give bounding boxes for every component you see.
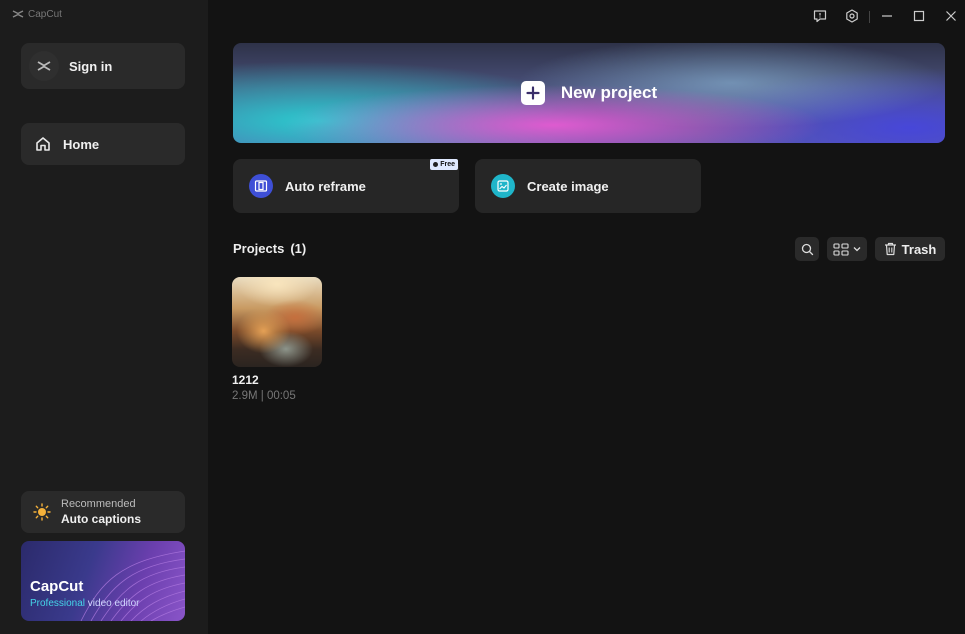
sidebar-item-home[interactable]: Home [21, 123, 185, 165]
window-controls-divider [869, 11, 870, 23]
free-badge: Free [430, 159, 458, 170]
capcut-logo-icon [12, 10, 24, 18]
capcut-pro-promo[interactable]: CapCut Professional video editor [21, 541, 185, 621]
trash-label: Trash [901, 241, 937, 257]
project-thumbnail[interactable] [232, 277, 322, 367]
home-icon [36, 137, 50, 151]
promo-title: CapCut [30, 578, 84, 595]
bulb-icon [31, 501, 53, 523]
app-logo-text: CapCut [28, 8, 62, 20]
plus-icon [520, 81, 545, 105]
chevron-down-icon [853, 247, 861, 252]
new-project-button[interactable]: New project [233, 43, 945, 143]
free-badge-label: Free [440, 161, 455, 168]
sign-in-button[interactable]: Sign in [21, 43, 185, 89]
capcut-avatar-icon [37, 61, 51, 71]
trash-icon [884, 242, 896, 256]
projects-count: (1) [290, 241, 307, 256]
recommended-subtitle: Auto captions [61, 512, 141, 526]
grid-view-icon [833, 242, 849, 256]
create-image-label: Create image [527, 178, 609, 194]
maximize-icon[interactable] [911, 8, 927, 24]
close-icon[interactable] [943, 8, 959, 24]
promo-subtitle-rest: video editor [85, 598, 140, 609]
image-icon [491, 174, 515, 198]
recommended-title: Recommended [61, 498, 136, 510]
auto-reframe-button[interactable]: Auto reframe Free [233, 159, 459, 213]
sidebar: CapCut Sign in Home Recommended Auto cap… [0, 0, 208, 634]
settings-icon[interactable] [844, 8, 860, 24]
new-project-label: New project [560, 83, 658, 102]
app-logo: CapCut [12, 8, 62, 20]
trash-button[interactable]: Trash [875, 237, 945, 261]
auto-reframe-label: Auto reframe [285, 178, 366, 194]
create-image-button[interactable]: Create image [475, 159, 701, 213]
projects-heading: Projects (1) [233, 241, 306, 256]
badge-dot-icon [433, 162, 439, 167]
project-meta: 2.9M | 00:05 [232, 390, 296, 402]
sign-in-label: Sign in [69, 58, 113, 74]
feedback-icon[interactable] [812, 8, 828, 24]
project-name[interactable]: 1212 [232, 373, 259, 387]
sidebar-item-label: Home [63, 136, 100, 152]
search-button[interactable] [795, 237, 819, 261]
avatar [29, 51, 59, 81]
view-mode-dropdown[interactable] [827, 237, 867, 261]
recommended-auto-captions[interactable]: Recommended Auto captions [21, 491, 185, 533]
promo-subtitle: Professional video editor [30, 598, 140, 609]
search-icon [801, 243, 813, 255]
minimize-icon[interactable] [879, 8, 895, 24]
projects-title: Projects [233, 241, 285, 256]
reframe-icon [249, 174, 273, 198]
promo-subtitle-highlight: Professional [30, 598, 86, 609]
